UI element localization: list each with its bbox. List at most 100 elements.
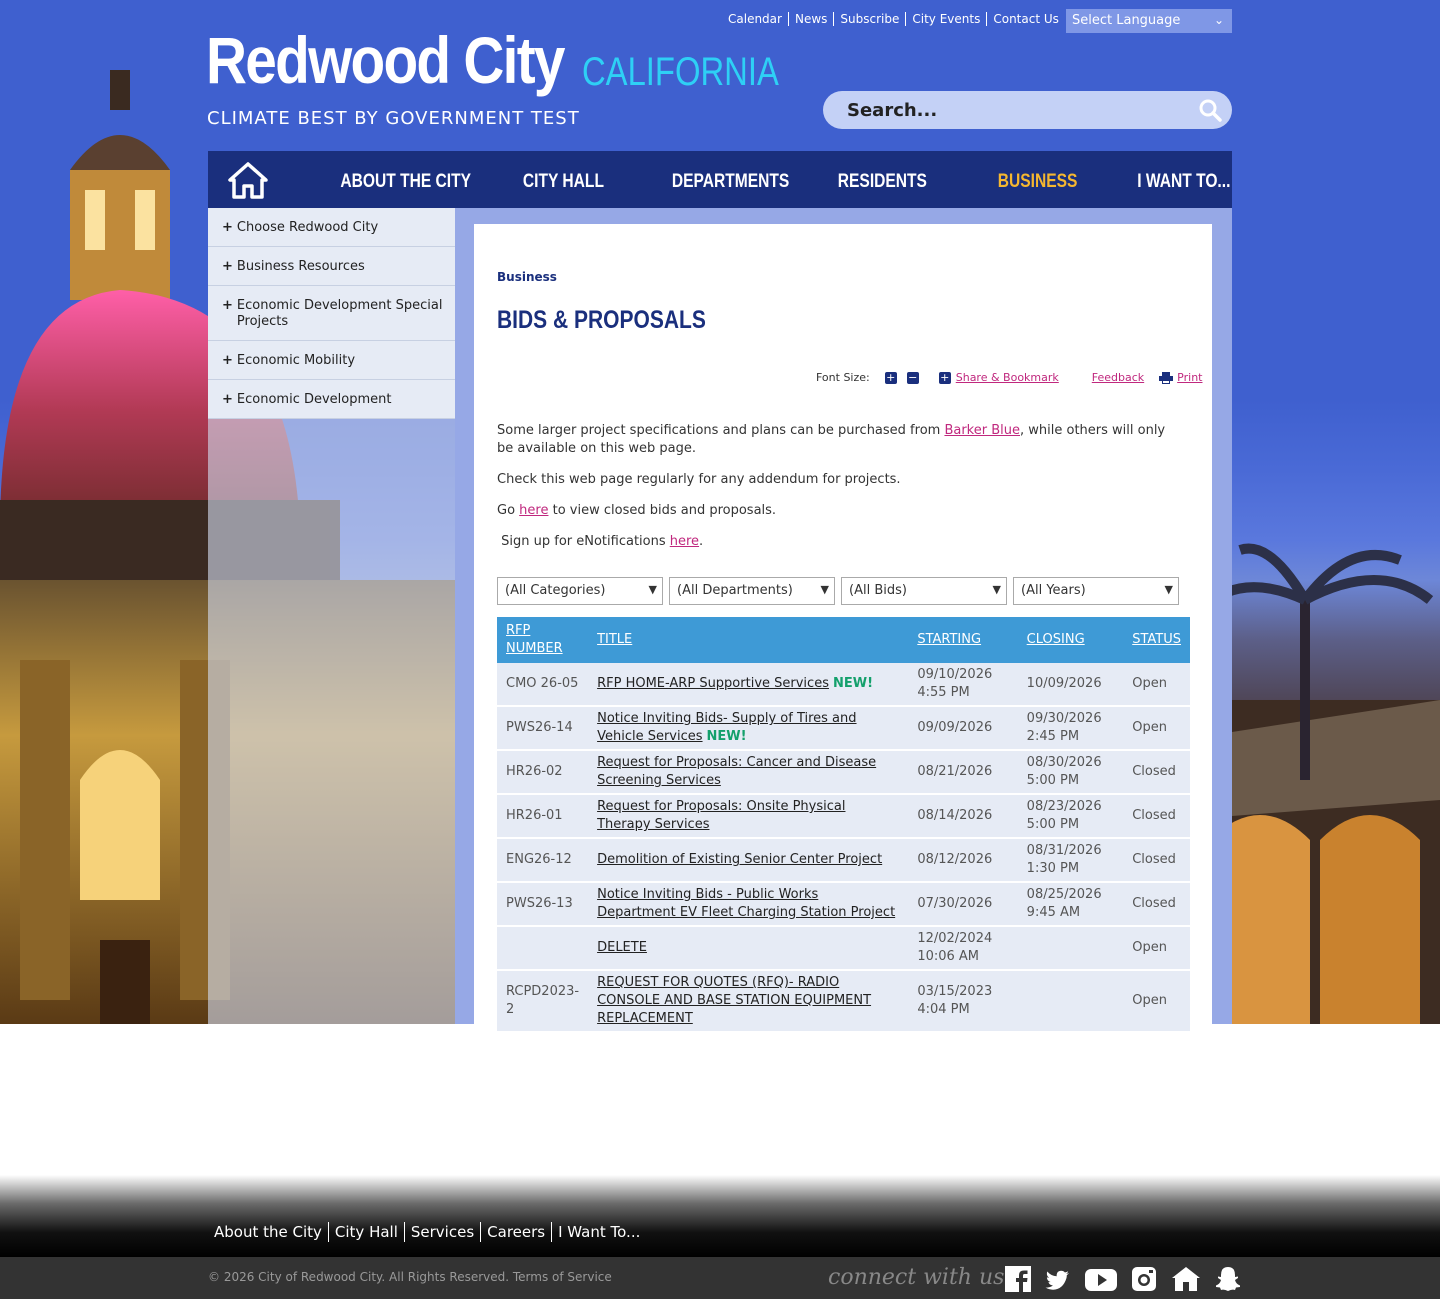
starting-date-cell: 07/30/2026 (908, 882, 1018, 927)
sidebar-item-economic-mobility[interactable]: + Economic Mobility (208, 341, 455, 380)
table-row: ENG26-12 Demolition of Existing Senior Ce… (497, 838, 1190, 883)
sidebar-menu: + Choose Redwood City + Business Resources… (208, 208, 455, 419)
closed-bids-link[interactable]: here (519, 503, 548, 518)
barker-blue-link[interactable]: Barker Blue (944, 423, 1020, 438)
bid-title-link[interactable]: Notice Inviting Bids - Public Works Depa… (597, 887, 895, 920)
breadcrumb[interactable]: Business (497, 270, 557, 284)
status-cell: Open (1123, 663, 1190, 707)
home-button[interactable] (208, 151, 288, 208)
language-select[interactable]: Select Language ⌄ (1066, 9, 1232, 33)
sort-closing-link[interactable]: CLOSING (1027, 632, 1085, 647)
bid-status-filter-select[interactable]: (All Bids) ▼ (841, 577, 1007, 605)
font-decrease-icon[interactable]: − (906, 371, 919, 384)
title-cell: DELETE (588, 926, 909, 971)
chevron-down-icon: ▼ (1164, 583, 1173, 596)
intro-text: Some larger project specifications and p… (497, 422, 1177, 564)
snapchat-icon[interactable] (1214, 1265, 1242, 1293)
search-icon[interactable] (1198, 98, 1222, 122)
sort-status-link[interactable]: STATUS (1132, 632, 1181, 647)
utility-link-contact-us[interactable]: Contact Us (986, 12, 1065, 26)
utility-link-subscribe[interactable]: Subscribe (833, 12, 905, 26)
nav-i-want-to[interactable]: I WANT TO... (1137, 171, 1230, 193)
footer-link-services[interactable]: Services (403, 1222, 480, 1242)
nav-business[interactable]: BUSINESS (998, 171, 1078, 193)
footer-link-careers[interactable]: Careers (480, 1222, 551, 1242)
font-increase-icon[interactable]: + (884, 371, 897, 384)
table-row: PWS26-14 Notice Inviting Bids- Supply of … (497, 706, 1190, 751)
sidebar-item-choose-redwood-city[interactable]: + Choose Redwood City (208, 208, 455, 247)
bid-title-link[interactable]: REQUEST FOR QUOTES (RFQ)- RADIO CONSOLE … (597, 975, 871, 1026)
chevron-down-icon: ▼ (992, 583, 1001, 596)
new-badge: NEW! (832, 676, 873, 691)
footer-link-city-hall[interactable]: City Hall (327, 1222, 404, 1242)
site-tagline: CLIMATE BEST BY GOVERNMENT TEST (207, 108, 580, 129)
youtube-icon[interactable] (1084, 1265, 1118, 1293)
plus-icon: + (222, 392, 233, 407)
bid-title-link[interactable]: RFP HOME-ARP Supportive Services (597, 676, 829, 691)
search-input[interactable] (823, 91, 1163, 129)
sidebar: + Choose Redwood City + Business Resources… (208, 208, 455, 1024)
share-plus-icon[interactable]: + (938, 371, 951, 384)
chevron-down-icon: ⌄ (1213, 13, 1224, 27)
department-filter-select[interactable]: (All Departments) ▼ (669, 577, 835, 605)
sidebar-item-business-resources[interactable]: + Business Resources (208, 247, 455, 286)
starting-date-cell: 08/12/2026 (908, 838, 1018, 883)
bid-title-link[interactable]: Request for Proposals: Cancer and Diseas… (597, 755, 876, 788)
sort-rfp-link[interactable]: RFP NUMBER (506, 623, 563, 656)
bid-title-link[interactable]: Demolition of Existing Senior Center Pro… (597, 852, 882, 867)
utility-link-calendar[interactable]: Calendar (728, 12, 788, 26)
sidebar-item-economic-development[interactable]: + Economic Development (208, 380, 455, 419)
language-select-value: Select Language (1072, 13, 1181, 28)
title-cell: RFP HOME-ARP Supportive Services NEW! (588, 663, 909, 707)
title-cell: Notice Inviting Bids - Public Works Depa… (588, 882, 909, 927)
status-cell: Closed (1123, 838, 1190, 883)
nav-city-hall[interactable]: CITY HALL (523, 171, 604, 193)
title-cell: Request for Proposals: Cancer and Diseas… (588, 750, 909, 795)
print-link[interactable]: Print (1177, 371, 1202, 384)
column-header-status: STATUS (1123, 617, 1190, 663)
site-title[interactable]: Redwood City (206, 22, 565, 98)
sort-title-link[interactable]: TITLE (597, 632, 632, 647)
closing-date-cell: 08/30/2026 5:00 PM (1017, 750, 1124, 795)
home-icon (228, 161, 268, 199)
chevron-down-icon: ▼ (820, 583, 829, 596)
footer-link-i-want-to[interactable]: I Want To... (551, 1222, 646, 1242)
table-row: RCPD2023-2 REQUEST FOR QUOTES (RFQ)- RADI… (497, 970, 1190, 1033)
utility-link-city-events[interactable]: City Events (905, 12, 986, 26)
printer-icon[interactable] (1159, 371, 1174, 384)
instagram-icon[interactable] (1130, 1265, 1158, 1293)
share-bookmark-link[interactable]: Share & Bookmark (956, 371, 1059, 384)
footer-link-about-the-city[interactable]: About the City (208, 1222, 328, 1242)
bid-title-link[interactable]: Request for Proposals: Onsite Physical T… (597, 799, 845, 832)
sidebar-item-label: Choose Redwood City (236, 220, 379, 235)
sidebar-item-economic-development-special-projects[interactable]: + Economic Development Special Projects (208, 286, 455, 341)
nav-departments[interactable]: DEPARTMENTS (672, 171, 789, 193)
bid-filters: (All Categories) ▼ (All Departments) ▼ (Al… (497, 577, 1179, 605)
bid-title-link[interactable]: DELETE (597, 940, 647, 955)
nextdoor-icon[interactable] (1170, 1265, 1202, 1293)
closing-date-cell: 08/25/2026 9:45 AM (1017, 882, 1124, 927)
title-cell: Request for Proposals: Onsite Physical T… (588, 794, 909, 839)
closing-date-cell (1017, 926, 1124, 971)
nav-residents[interactable]: RESIDENTS (838, 171, 927, 193)
sidebar-item-label: Economic Development (236, 392, 392, 407)
year-filter-select[interactable]: (All Years) ▼ (1013, 577, 1179, 605)
table-row: DELETE 12/02/2024 10:06 AM Open (497, 926, 1190, 971)
feedback-link[interactable]: Feedback (1092, 371, 1144, 384)
filter-value: (All Departments) (677, 583, 793, 598)
filter-value: (All Categories) (505, 583, 606, 598)
starting-date-cell: 03/15/2023 4:04 PM (908, 970, 1018, 1033)
sort-starting-link[interactable]: STARTING (917, 632, 981, 647)
sidebar-item-label: Business Resources (236, 259, 365, 274)
nav-about-the-city[interactable]: ABOUT THE CITY (340, 171, 471, 193)
utility-link-news[interactable]: News (787, 12, 833, 26)
twitter-icon[interactable] (1044, 1265, 1072, 1293)
status-cell: Open (1123, 970, 1190, 1033)
rfp-number-cell: HR26-01 (497, 794, 589, 839)
status-cell: Open (1123, 706, 1190, 751)
filter-value: (All Bids) (849, 583, 907, 598)
page-title: BIDS & PROPOSALS (497, 306, 706, 334)
category-filter-select[interactable]: (All Categories) ▼ (497, 577, 663, 605)
enotifications-link[interactable]: here (670, 534, 699, 549)
facebook-icon[interactable] (1004, 1265, 1032, 1293)
